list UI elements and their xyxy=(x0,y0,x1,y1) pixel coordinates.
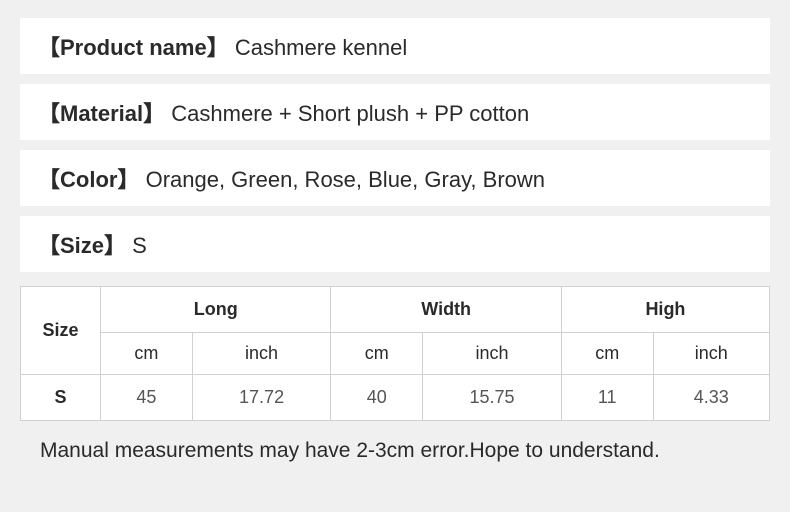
size-value: S xyxy=(132,233,147,258)
product-name-row: 【Product name】 Cashmere kennel xyxy=(20,18,770,74)
header-long-cm: cm xyxy=(101,333,193,375)
header-high-inch: inch xyxy=(653,333,769,375)
material-row: 【Material】 Cashmere + Short plush + PP c… xyxy=(20,84,770,140)
header-high: High xyxy=(561,287,769,333)
table-header-row: Size Long Width High xyxy=(21,287,770,333)
color-label: 【Color】 xyxy=(38,167,139,192)
header-size: Size xyxy=(21,287,101,375)
cell-long-cm: 45 xyxy=(101,375,193,421)
size-label: 【Size】 xyxy=(38,233,126,258)
color-row: 【Color】 Orange, Green, Rose, Blue, Gray,… xyxy=(20,150,770,206)
product-name-label: 【Product name】 xyxy=(38,35,229,60)
cell-high-inch: 4.33 xyxy=(653,375,769,421)
color-value: Orange, Green, Rose, Blue, Gray, Brown xyxy=(146,167,545,192)
size-table: Size Long Width High cm inch cm inch cm … xyxy=(20,286,770,421)
header-high-cm: cm xyxy=(561,333,653,375)
cell-size: S xyxy=(21,375,101,421)
measurement-note: Manual measurements may have 2-3cm error… xyxy=(20,431,770,471)
table-subheader-row: cm inch cm inch cm inch xyxy=(21,333,770,375)
header-width: Width xyxy=(331,287,561,333)
size-row: 【Size】 S xyxy=(20,216,770,272)
table-row: S 45 17.72 40 15.75 11 4.33 xyxy=(21,375,770,421)
cell-width-inch: 15.75 xyxy=(423,375,562,421)
header-long-inch: inch xyxy=(192,333,331,375)
material-label: 【Material】 xyxy=(38,101,165,126)
header-long: Long xyxy=(101,287,331,333)
cell-high-cm: 11 xyxy=(561,375,653,421)
cell-long-inch: 17.72 xyxy=(192,375,331,421)
cell-width-cm: 40 xyxy=(331,375,423,421)
material-value: Cashmere + Short plush + PP cotton xyxy=(171,101,529,126)
product-name-value: Cashmere kennel xyxy=(235,35,407,60)
header-width-inch: inch xyxy=(423,333,562,375)
header-width-cm: cm xyxy=(331,333,423,375)
